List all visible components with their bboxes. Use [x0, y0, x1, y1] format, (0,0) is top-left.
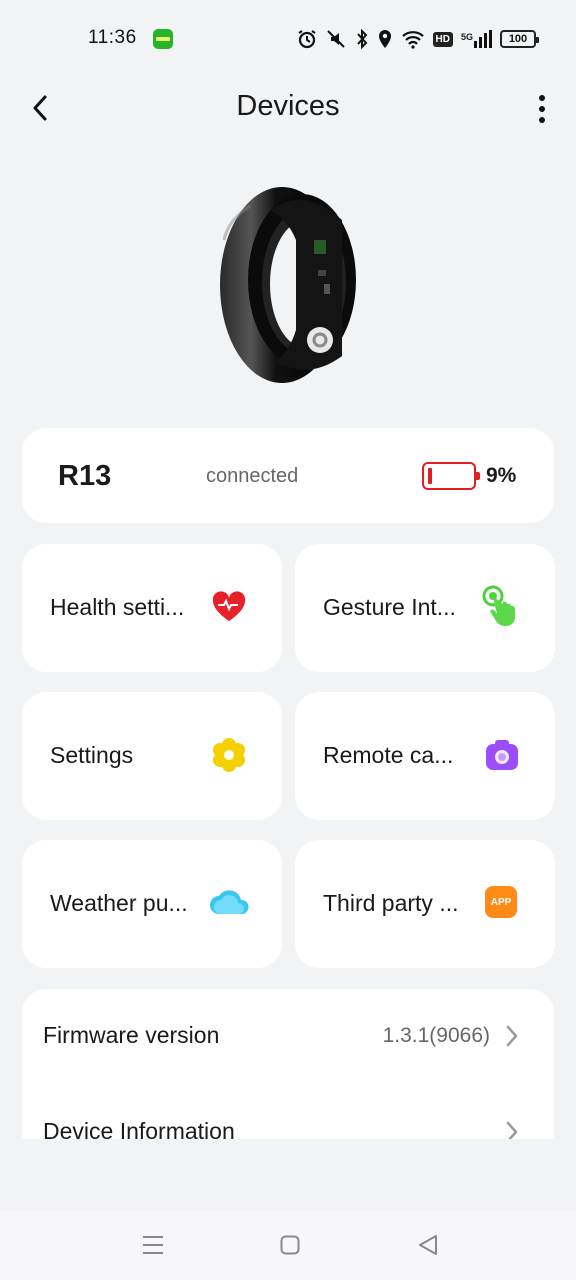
gear-icon: [210, 736, 248, 774]
tile-label: Third party ...: [323, 890, 459, 916]
camera-icon: [483, 736, 521, 774]
connection-status: connected: [206, 465, 299, 487]
row-label: Firmware version: [43, 1022, 220, 1048]
network-type-label: 5G: [460, 32, 473, 42]
hd-icon: HD: [432, 31, 453, 47]
recent-apps-button[interactable]: [138, 1230, 168, 1260]
tile-health-settings[interactable]: Health setti...: [22, 544, 282, 672]
system-back-button[interactable]: [413, 1230, 443, 1260]
device-name: R13: [58, 460, 112, 492]
alarm-icon: [297, 30, 316, 49]
bluetooth-icon: [356, 29, 367, 49]
system-nav-bar: [0, 1210, 576, 1280]
tile-label: Remote ca...: [323, 742, 454, 768]
signal-icon: 5G: [461, 30, 492, 48]
home-button[interactable]: [275, 1230, 305, 1260]
app-icon: APP: [485, 886, 517, 918]
status-icons: HD 5G 100: [297, 26, 539, 52]
device-information-row[interactable]: Device Information: [22, 1085, 554, 1139]
firmware-version-value: 1.3.1(9066): [382, 1024, 490, 1047]
heart-icon: [210, 588, 248, 626]
tile-third-party-apps[interactable]: Third party ... APP: [295, 840, 555, 968]
status-bar: 11:36 HD 5G 100: [0, 0, 576, 78]
location-icon: [378, 30, 391, 48]
device-info-list: Firmware version 1.3.1(9066) Device Info…: [22, 989, 554, 1139]
tile-weather-push[interactable]: Weather pu...: [22, 840, 282, 968]
battery-icon: 100: [500, 30, 539, 48]
more-vertical-icon: [539, 95, 545, 101]
chevron-right-icon: [506, 1121, 518, 1139]
firmware-version-row[interactable]: Firmware version 1.3.1(9066): [22, 989, 554, 1085]
notification-app-icon: [153, 29, 173, 49]
row-label: Device Information: [43, 1118, 235, 1139]
device-battery-percent: 9%: [486, 464, 517, 487]
tile-label: Settings: [50, 742, 134, 768]
cloud-icon: [206, 884, 252, 922]
device-card[interactable]: R13 connected 9%: [22, 428, 554, 523]
app-header: Devices: [0, 78, 576, 140]
more-options-button[interactable]: [530, 88, 554, 130]
home-icon: [280, 1235, 300, 1255]
wifi-icon: [401, 31, 424, 49]
menu-icon: [143, 1236, 163, 1254]
tile-settings[interactable]: Settings: [22, 692, 282, 820]
tile-label: Weather pu...: [50, 890, 188, 916]
page-title: Devices: [236, 90, 340, 122]
chevron-right-icon: [506, 1025, 518, 1047]
tile-remote-camera[interactable]: Remote ca...: [295, 692, 555, 820]
ring-product-image: [210, 180, 370, 390]
status-time: 11:36: [88, 27, 137, 48]
gesture-icon: [481, 584, 525, 628]
back-icon: [419, 1235, 437, 1255]
tile-gesture-interaction[interactable]: Gesture Int...: [295, 544, 555, 672]
device-battery-icon: [422, 462, 480, 490]
tile-label: Health setti...: [50, 594, 185, 620]
mute-icon: [326, 30, 345, 48]
tile-label: Gesture Int...: [323, 594, 456, 620]
